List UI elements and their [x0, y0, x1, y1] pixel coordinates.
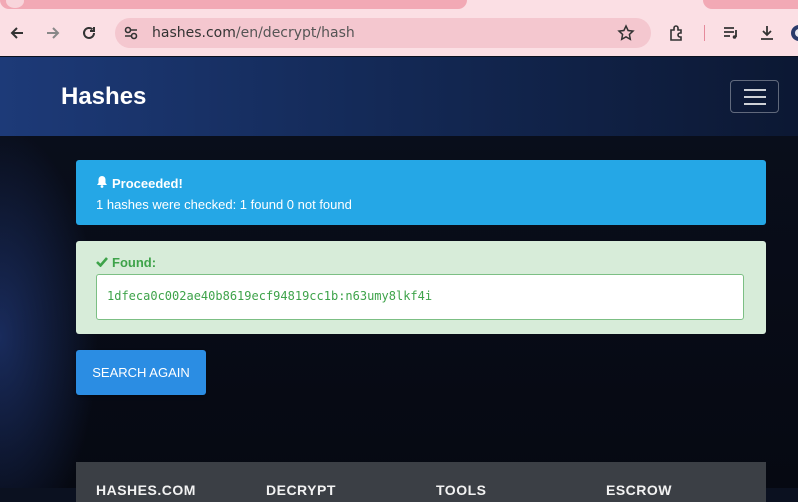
info-alert: Proceeded! 1 hashes were checked: 1 foun…: [76, 160, 766, 225]
hamburger-line: [743, 102, 766, 105]
site-info-icon[interactable]: [120, 22, 142, 44]
footer-column-decrypt: DECRYPT: [266, 482, 336, 498]
reload-icon[interactable]: [78, 22, 100, 44]
extensions-icon[interactable]: [666, 22, 688, 44]
bookmark-star-icon[interactable]: [615, 22, 637, 44]
url-path: /en/decrypt/hash: [235, 25, 355, 41]
info-alert-title-text: Proceeded!: [112, 175, 183, 191]
hamburger-line: [743, 95, 766, 98]
browser-toolbar: hashes.com/en/decrypt/hash: [0, 10, 798, 56]
browser-tab-active[interactable]: [703, 0, 798, 9]
hamburger-line: [743, 88, 766, 91]
page-content: Hashes Proceeded! 1 hashes were checked:…: [0, 57, 798, 502]
tab-strip: [0, 0, 798, 10]
success-alert-title: Found:: [96, 255, 746, 270]
url-domain: hashes.com: [152, 25, 236, 41]
url-text[interactable]: hashes.com/en/decrypt/hash: [152, 25, 355, 41]
tab-favicon: [6, 0, 24, 8]
footer-column-escrow: ESCROW: [606, 482, 672, 498]
bell-icon: [96, 175, 108, 191]
browser-tab[interactable]: [0, 0, 467, 9]
site-navbar: Hashes: [0, 57, 798, 136]
media-controls-icon[interactable]: [720, 22, 742, 44]
download-icon[interactable]: [756, 22, 778, 44]
found-result-field[interactable]: 1dfeca0c002ae40b8619ecf94819cc1b:n63umy8…: [96, 274, 744, 320]
toolbar-separator: [704, 25, 705, 41]
site-brand[interactable]: Hashes: [61, 83, 146, 111]
check-icon: [96, 255, 108, 270]
success-alert-title-text: Found:: [112, 255, 157, 270]
search-again-button[interactable]: SEARCH AGAIN: [76, 350, 206, 395]
address-bar[interactable]: hashes.com/en/decrypt/hash: [115, 18, 651, 48]
footer-column-hashes: HASHES.COM: [96, 482, 196, 498]
site-footer: HASHES.COM DECRYPT TOOLS ESCROW: [76, 462, 766, 502]
success-alert: Found: 1dfeca0c002ae40b8619ecf94819cc1b:…: [76, 241, 766, 334]
info-alert-message: 1 hashes were checked: 1 found 0 not fou…: [96, 197, 352, 212]
back-icon[interactable]: [6, 22, 28, 44]
menu-toggle-button[interactable]: [730, 80, 779, 113]
info-alert-title: Proceeded!: [96, 175, 746, 191]
footer-column-tools: TOOLS: [436, 482, 487, 498]
profile-avatar-icon[interactable]: [788, 22, 798, 44]
forward-icon[interactable]: [42, 22, 64, 44]
